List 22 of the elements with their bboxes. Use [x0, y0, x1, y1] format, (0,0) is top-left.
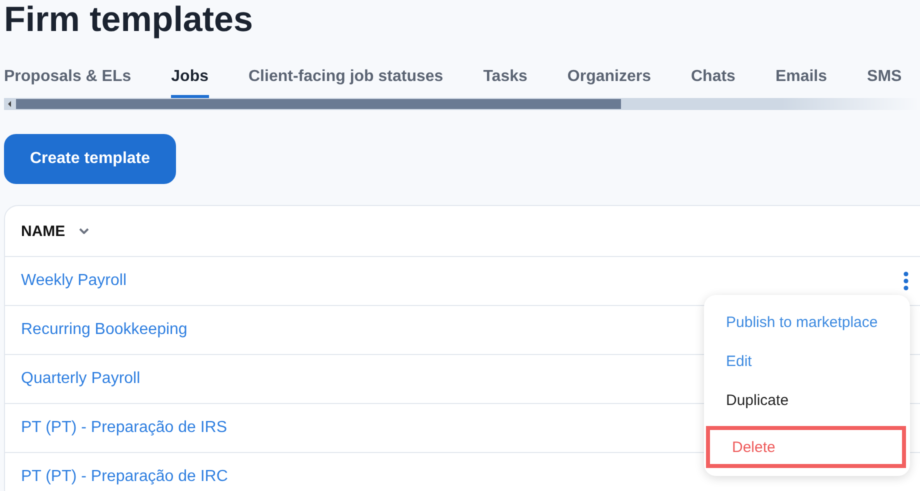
tab[interactable]: SMS [867, 58, 902, 98]
column-header[interactable]: NAME [21, 222, 66, 240]
page-title: Firm templates [3, 0, 254, 40]
template-name-link[interactable]: Recurring Bookkeeping [21, 321, 188, 339]
menu-item[interactable]: Edit [704, 342, 910, 381]
tab[interactable]: Chats [690, 58, 736, 98]
menu-item[interactable]: Publish to marketplace [704, 303, 910, 342]
create-template-button[interactable]: Create template [4, 134, 176, 184]
tab[interactable]: Organizers [567, 58, 651, 98]
tab[interactable]: Tasks [483, 58, 528, 98]
template-name-link[interactable]: PT (PT) - Preparação de IRC [21, 468, 228, 486]
menu-item[interactable]: Delete [706, 426, 906, 468]
sort-caret-icon[interactable] [79, 228, 90, 234]
tab[interactable]: Proposals & ELs [4, 58, 132, 98]
scroll-left-icon[interactable] [8, 101, 11, 107]
tab[interactable]: Emails [775, 58, 828, 98]
template-name-link[interactable]: PT (PT) - Preparação de IRS [21, 419, 227, 437]
tab[interactable]: Client-facing job statuses [248, 58, 444, 98]
more-options-icon[interactable] [903, 271, 909, 291]
template-name-link[interactable]: Weekly Payroll [21, 272, 127, 290]
menu-item[interactable]: Duplicate [704, 381, 910, 420]
template-name-link[interactable]: Quarterly Payroll [21, 370, 140, 388]
